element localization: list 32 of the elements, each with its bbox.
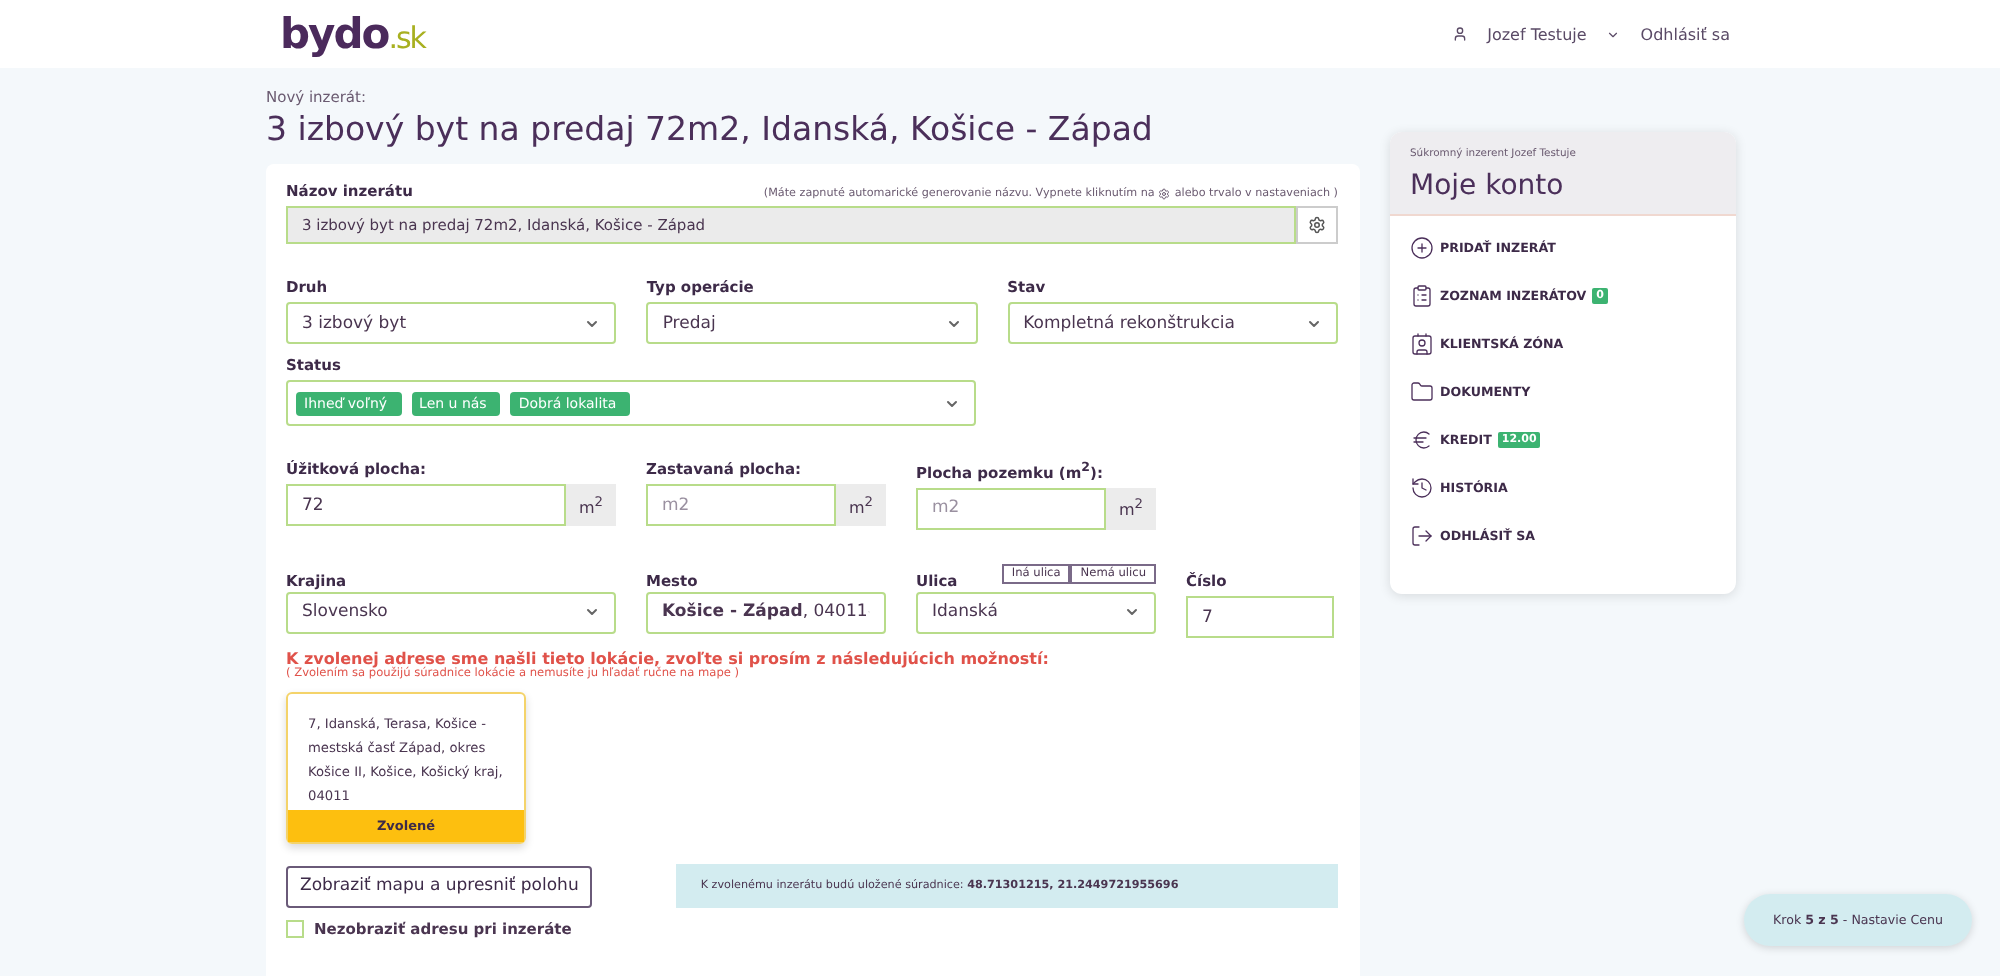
dropdown[interactable]: Slovensko <box>286 591 616 633</box>
user-menu[interactable]: Jozef Testuje <box>1487 25 1587 43</box>
logout-icon <box>1410 524 1434 548</box>
dropdown[interactable]: 3 izbový byt <box>286 302 617 344</box>
area-input[interactable]: m2 <box>646 484 836 526</box>
area-input[interactable]: 72 <box>286 484 566 526</box>
user-icon <box>1451 26 1468 42</box>
id-card-icon <box>1410 332 1434 356</box>
dropdown[interactable]: Predaj <box>646 302 978 344</box>
area-input[interactable]: m2 <box>916 487 1106 529</box>
unit-label: m$^{2}$ <box>836 484 886 526</box>
page-title: 3 izbový byt na predaj 72m2, Idanská, Košice - Západ <box>266 110 1155 148</box>
number-input[interactable]: 7 <box>1186 596 1334 638</box>
dropdown[interactable]: Kompletná rekonštrukcia <box>1007 302 1338 344</box>
euro-icon <box>1410 428 1434 452</box>
gear-icon <box>1158 188 1171 200</box>
list-icon <box>1410 284 1434 308</box>
dropdown[interactable]: Košice - Západ, 04011 <box>646 591 886 633</box>
plus-circle-icon <box>1410 236 1434 260</box>
panel-title: Moje konto <box>1410 170 1566 202</box>
logout-link[interactable]: Odhlásiť sa <box>1640 25 1730 43</box>
unit-label: m$^{2}$ <box>1106 487 1156 529</box>
checkbox[interactable] <box>286 920 304 938</box>
alert-title: K zvolenej adrese sme našli tieto lokácie, zvoľte si prosím z následujúcich možností: <box>286 650 1051 668</box>
dropdown[interactable]: Idanská <box>916 591 1156 633</box>
gear-icon <box>1308 216 1326 234</box>
unit-label: m$^{2}$ <box>566 484 616 526</box>
settings-button[interactable] <box>1296 206 1338 244</box>
folder-icon <box>1410 380 1434 404</box>
history-icon <box>1410 476 1434 500</box>
logo[interactable]: bydo.sk <box>280 13 425 55</box>
show-map-button[interactable]: Zobraziť mapu a upresniť polohu <box>286 865 593 907</box>
